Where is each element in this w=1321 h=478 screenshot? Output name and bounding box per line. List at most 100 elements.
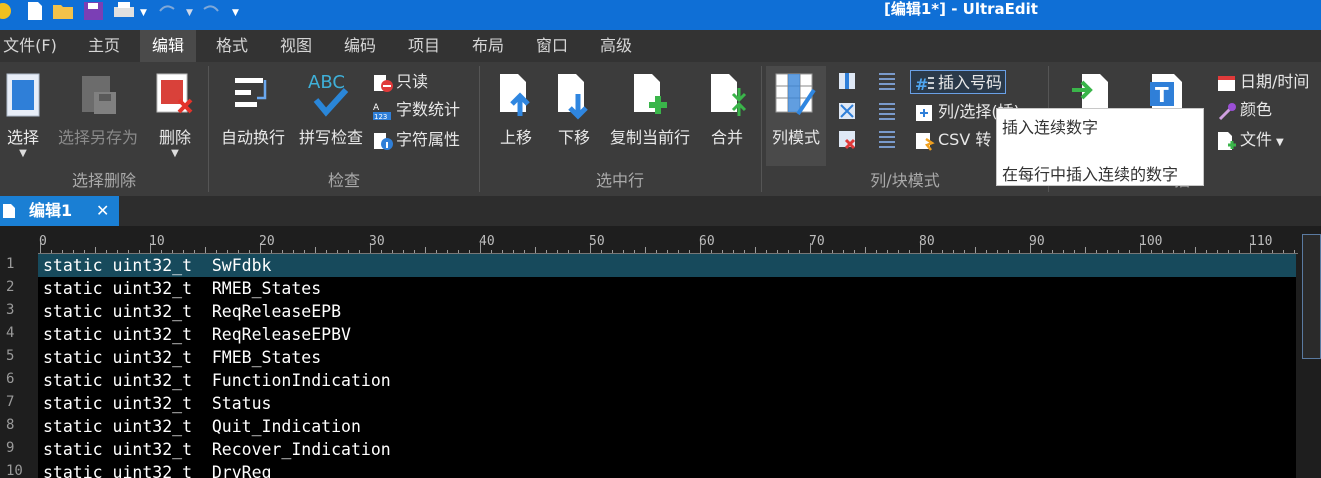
ruler-tick bbox=[1195, 247, 1196, 253]
move-down-button[interactable]: 下移 bbox=[550, 66, 598, 166]
autowrap-label: 自动换行 bbox=[220, 128, 285, 147]
insert-datetime-button[interactable]: 日期/时间 bbox=[1216, 70, 1309, 94]
window-title: [编辑1*] - UltraEdit bbox=[884, 0, 1038, 18]
line-number: 10 bbox=[6, 463, 23, 478]
code-line[interactable]: static uint32_t Status bbox=[38, 392, 1296, 415]
minimap[interactable] bbox=[1302, 234, 1321, 359]
svg-text:123: 123 bbox=[374, 113, 387, 121]
tab-format[interactable]: 格式 bbox=[204, 30, 260, 62]
spellcheck-label: 拼写检查 bbox=[298, 128, 363, 147]
insert-file-button[interactable]: 文件 ▼ bbox=[1216, 128, 1284, 152]
column-sum-icon[interactable] bbox=[876, 100, 898, 122]
ruler-tick bbox=[513, 250, 514, 253]
line-number: 5 bbox=[6, 348, 15, 364]
merge-lines-icon bbox=[711, 74, 747, 116]
undo-icon[interactable]: ▼ bbox=[156, 0, 196, 22]
ruler-tick bbox=[315, 247, 316, 253]
column-mode-icon bbox=[775, 73, 816, 116]
column-fill-icon[interactable] bbox=[876, 70, 898, 92]
ruler-tick bbox=[1206, 250, 1207, 253]
select-button[interactable]: 选择 ▼ bbox=[0, 66, 46, 166]
ruler-label: 90 bbox=[1029, 234, 1045, 249]
code-line[interactable]: static uint32_t ReqReleaseEPBV bbox=[38, 323, 1296, 346]
move-up-button[interactable]: 上移 bbox=[492, 66, 540, 166]
save-icon[interactable] bbox=[83, 0, 105, 22]
ruler-tick bbox=[392, 250, 393, 253]
tab-file[interactable]: 文件(F) bbox=[0, 30, 60, 62]
new-file-icon[interactable] bbox=[26, 0, 44, 22]
editor-area: 0 10 20 30 40 50 60 70 80 90 100 110 1 2 3 4 5 6 7 8 9 10 st… bbox=[0, 226, 1321, 478]
tab-window[interactable]: 窗口 bbox=[524, 30, 580, 62]
ruler-tick bbox=[1217, 250, 1218, 253]
code-line[interactable]: static uint32_t DrvReq bbox=[38, 461, 1296, 478]
line-number: 8 bbox=[6, 417, 15, 433]
delete-icon bbox=[156, 73, 193, 114]
tab-advanced[interactable]: 高级 bbox=[588, 30, 644, 62]
tab-layout[interactable]: 布局 bbox=[460, 30, 516, 62]
ruler-tick bbox=[1173, 250, 1174, 253]
ruler-tick bbox=[788, 250, 789, 253]
code-line[interactable]: static uint32_t FMEB_States bbox=[38, 346, 1296, 369]
code-line[interactable]: static uint32_t RMEB_States bbox=[38, 277, 1296, 300]
document-tab[interactable]: 编辑1 ✕ bbox=[0, 196, 119, 226]
delete-button[interactable]: 删除 ▼ bbox=[150, 66, 200, 166]
code-line[interactable]: static uint32_t FunctionIndication bbox=[38, 369, 1296, 392]
spellcheck-icon: ABC bbox=[308, 72, 349, 117]
ruler-label: 10 bbox=[149, 234, 165, 249]
tab-project[interactable]: 项目 bbox=[396, 30, 452, 62]
tab-edit[interactable]: 编辑 bbox=[140, 30, 196, 62]
charprops-button[interactable]: 字符属性 bbox=[372, 128, 460, 152]
chevron-down-icon: ▼ bbox=[19, 148, 27, 159]
tab-encoding[interactable]: 编码 bbox=[332, 30, 388, 62]
open-folder-icon[interactable] bbox=[52, 0, 76, 22]
select-label: 选择 bbox=[6, 128, 39, 147]
chevron-down-icon: ▼ bbox=[1276, 137, 1284, 148]
line-number: 2 bbox=[6, 279, 15, 295]
print-icon[interactable]: ▼ bbox=[112, 0, 152, 22]
ruler-tick bbox=[403, 250, 404, 253]
merge-lines-label: 合并 bbox=[710, 128, 743, 147]
ruler-tick bbox=[293, 250, 294, 253]
autowrap-button[interactable]: 自动换行 bbox=[214, 66, 292, 166]
ruler-tick bbox=[326, 250, 327, 253]
insert-number-button[interactable]: # 插入号码 bbox=[910, 70, 1007, 94]
close-icon[interactable]: ✕ bbox=[96, 196, 109, 226]
insert-column-icon[interactable] bbox=[836, 70, 858, 92]
ruler-tick bbox=[601, 250, 602, 253]
code-line[interactable]: static uint32_t ReqReleaseEPB bbox=[38, 300, 1296, 323]
cut-column-icon[interactable] bbox=[836, 100, 858, 122]
ruler-tick bbox=[931, 250, 932, 253]
tab-view[interactable]: 视图 bbox=[268, 30, 324, 62]
ruler-tick bbox=[414, 250, 415, 253]
merge-lines-button[interactable]: 合并 bbox=[704, 66, 750, 166]
tab-home[interactable]: 主页 bbox=[74, 30, 134, 62]
insert-color-button[interactable]: 颜色 bbox=[1216, 98, 1272, 122]
code-area[interactable]: static uint32_t SwFdbk static uint32_t RM… bbox=[38, 254, 1296, 478]
code-line[interactable]: static uint32_t Quit_Indication bbox=[38, 415, 1296, 438]
app-icon[interactable] bbox=[0, 0, 14, 22]
column-mode-button[interactable]: 列模式 bbox=[766, 66, 826, 166]
wordcount-button[interactable]: A 123 字数统计 bbox=[372, 98, 460, 122]
column-convert-icon[interactable] bbox=[876, 128, 898, 150]
ruler-tick bbox=[799, 250, 800, 253]
duplicate-line-label: 复制当前行 bbox=[609, 128, 690, 147]
delete-column-icon[interactable] bbox=[836, 128, 858, 150]
ruler-tick bbox=[194, 250, 195, 253]
redo-icon[interactable]: ▼ bbox=[200, 0, 244, 22]
word-count-icon: A 123 bbox=[372, 101, 392, 121]
charprops-label: 字符属性 bbox=[396, 130, 461, 149]
spellcheck-button[interactable]: ABC 拼写检查 bbox=[294, 66, 368, 166]
svg-text:ABC: ABC bbox=[308, 72, 345, 93]
code-line[interactable]: static uint32_t SwFdbk bbox=[38, 254, 1296, 277]
svg-text:▼: ▼ bbox=[232, 8, 239, 18]
code-line[interactable]: static uint32_t Recover_Indication bbox=[38, 438, 1296, 461]
csv-convert-button[interactable]: CSV 转 bbox=[914, 128, 991, 152]
ruler-tick bbox=[557, 250, 558, 253]
move-up-icon bbox=[500, 74, 530, 116]
duplicate-line-button[interactable]: 复制当前行 bbox=[602, 66, 698, 166]
readonly-toggle[interactable]: 只读 bbox=[372, 70, 428, 94]
duplicate-line-icon bbox=[634, 74, 667, 114]
ruler-tick bbox=[271, 250, 272, 253]
select-save-as-button[interactable]: 选择另存为 bbox=[50, 66, 146, 166]
ruler-tick bbox=[986, 250, 987, 253]
